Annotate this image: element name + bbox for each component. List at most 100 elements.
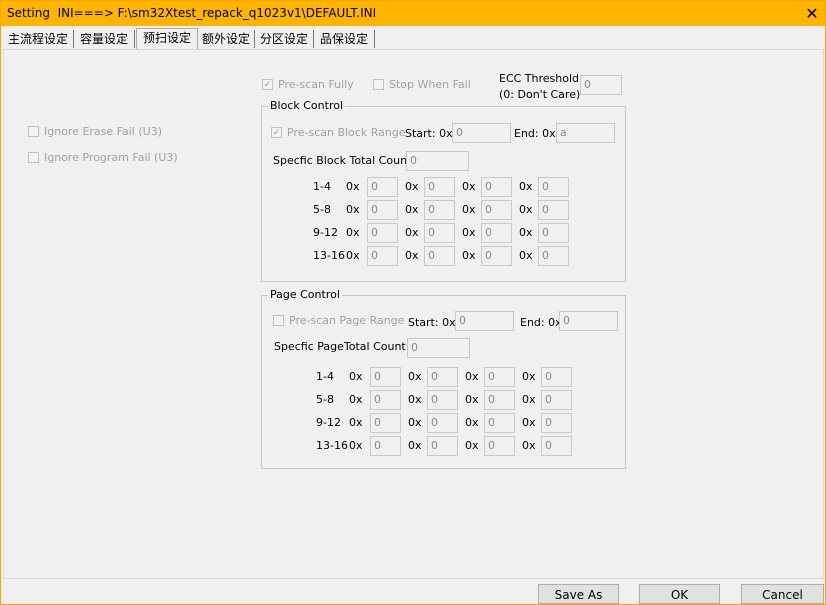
hex-prefix: 0x	[519, 249, 533, 262]
page-value-input[interactable]: 0	[541, 436, 572, 456]
tab-quality[interactable]: 品保设定	[314, 30, 375, 48]
block-value-input[interactable]: 0	[424, 177, 455, 197]
title-bar: Setting INI===> F:\sm32Xtest_repack_q102…	[1, 1, 825, 26]
hex-prefix: 0x	[519, 203, 533, 216]
block-value-input[interactable]: 0	[481, 177, 512, 197]
page-end-input[interactable]: 0	[559, 311, 618, 331]
ignore-erase-fail-checkbox[interactable]: Ignore Erase Fail (U3)	[28, 125, 162, 138]
block-end-input[interactable]: a	[556, 123, 615, 143]
ecc-threshold-input[interactable]: 0	[580, 75, 622, 95]
page-start-input[interactable]: 0	[455, 311, 514, 331]
prescan-fully-label: Pre-scan Fully	[278, 78, 354, 91]
block-value-input[interactable]: 0	[424, 223, 455, 243]
ignore-erase-fail-label: Ignore Erase Fail (U3)	[44, 125, 162, 138]
ecc-threshold-note: (0: Don't Care)	[499, 88, 581, 101]
hex-prefix: 0x	[349, 370, 363, 383]
page-value-input[interactable]: 0	[427, 413, 458, 433]
page-value-input[interactable]: 0	[484, 436, 515, 456]
hex-prefix: 0x	[522, 439, 536, 452]
tab-prescan[interactable]: 预扫设定	[136, 28, 198, 49]
hex-prefix: 0x	[349, 393, 363, 406]
prescan-page-range-checkbox[interactable]: Pre-scan Page Range	[273, 314, 404, 327]
hex-prefix: 0x	[405, 203, 419, 216]
hex-prefix: 0x	[408, 439, 422, 452]
page-value-input[interactable]: 0	[541, 413, 572, 433]
page-value-input[interactable]: 0	[541, 367, 572, 387]
prescan-block-range-label: Pre-scan Block Range	[287, 126, 406, 139]
page-row-label: 9-12	[316, 416, 341, 429]
close-icon[interactable]: ✕	[799, 1, 825, 26]
checkbox-box	[28, 126, 39, 137]
block-start-input[interactable]: 0	[452, 123, 511, 143]
block-value-input[interactable]: 0	[424, 246, 455, 266]
hex-prefix: 0x	[408, 416, 422, 429]
block-row-label: 9-12	[313, 226, 338, 239]
page-row-label: 5-8	[316, 393, 334, 406]
page-value-input[interactable]: 0	[541, 390, 572, 410]
check-icon: ✓	[262, 79, 273, 90]
hex-prefix: 0x	[465, 393, 479, 406]
hex-prefix: 0x	[349, 439, 363, 452]
page-value-input[interactable]: 0	[370, 390, 401, 410]
ecc-threshold-label: ECC Threshold:	[499, 72, 583, 85]
hex-prefix: 0x	[346, 249, 360, 262]
tab-extra[interactable]: 额外设定	[198, 30, 255, 48]
page-row-label: 13-16	[316, 439, 348, 452]
block-value-input[interactable]: 0	[538, 246, 569, 266]
stop-when-fail-checkbox[interactable]: Stop When Fail	[373, 78, 471, 91]
block-count-label: Specfic Block Total Count:	[273, 154, 416, 167]
block-value-input[interactable]: 0	[538, 223, 569, 243]
tab-partition[interactable]: 分区设定	[255, 30, 314, 48]
window-title: Setting INI===> F:\sm32Xtest_repack_q102…	[7, 6, 377, 20]
block-start-label: Start: 0x	[405, 127, 453, 140]
tab-capacity[interactable]: 容量设定	[74, 30, 135, 48]
hex-prefix: 0x	[465, 370, 479, 383]
block-value-input[interactable]: 0	[367, 177, 398, 197]
hex-prefix: 0x	[349, 416, 363, 429]
ok-button[interactable]: OK	[639, 584, 720, 604]
block-count-input[interactable]: 0	[406, 151, 469, 171]
hex-prefix: 0x	[408, 393, 422, 406]
block-value-input[interactable]: 0	[481, 200, 512, 220]
block-value-input[interactable]: 0	[481, 246, 512, 266]
page-count-input[interactable]: 0	[407, 338, 470, 358]
page-control-title: Page Control	[268, 288, 342, 301]
hex-prefix: 0x	[405, 249, 419, 262]
block-end-label: End: 0x	[514, 127, 556, 140]
tab-main-flow[interactable]: 主流程设定	[3, 30, 74, 48]
page-value-input[interactable]: 0	[370, 436, 401, 456]
page-value-input[interactable]: 0	[370, 413, 401, 433]
block-value-input[interactable]: 0	[367, 246, 398, 266]
page-value-input[interactable]: 0	[484, 390, 515, 410]
hex-prefix: 0x	[519, 180, 533, 193]
save-as-button[interactable]: Save As	[538, 584, 619, 604]
hex-prefix: 0x	[462, 180, 476, 193]
page-value-input[interactable]: 0	[484, 413, 515, 433]
checkbox-box	[273, 315, 284, 326]
ignore-program-fail-checkbox[interactable]: Ignore Program Fail (U3)	[28, 151, 178, 164]
block-value-input[interactable]: 0	[481, 223, 512, 243]
page-value-input[interactable]: 0	[484, 367, 515, 387]
hex-prefix: 0x	[462, 249, 476, 262]
hex-prefix: 0x	[522, 416, 536, 429]
hex-prefix: 0x	[405, 180, 419, 193]
block-value-input[interactable]: 0	[424, 200, 455, 220]
page-value-input[interactable]: 0	[427, 436, 458, 456]
checkbox-box	[28, 152, 39, 163]
page-row-label: 1-4	[316, 370, 334, 383]
prescan-fully-checkbox[interactable]: ✓ Pre-scan Fully	[262, 78, 354, 91]
page-value-input[interactable]: 0	[427, 390, 458, 410]
page-value-input[interactable]: 0	[427, 367, 458, 387]
stop-when-fail-label: Stop When Fail	[389, 78, 471, 91]
prescan-block-range-checkbox[interactable]: ✓ Pre-scan Block Range	[271, 126, 406, 139]
hex-prefix: 0x	[522, 370, 536, 383]
page-value-input[interactable]: 0	[370, 367, 401, 387]
block-value-input[interactable]: 0	[538, 200, 569, 220]
block-value-input[interactable]: 0	[367, 223, 398, 243]
block-value-input[interactable]: 0	[538, 177, 569, 197]
block-value-input[interactable]: 0	[367, 200, 398, 220]
cancel-button[interactable]: Cancel	[741, 584, 824, 604]
hex-prefix: 0x	[405, 226, 419, 239]
hex-prefix: 0x	[465, 416, 479, 429]
page-end-label: End: 0x	[520, 316, 562, 329]
